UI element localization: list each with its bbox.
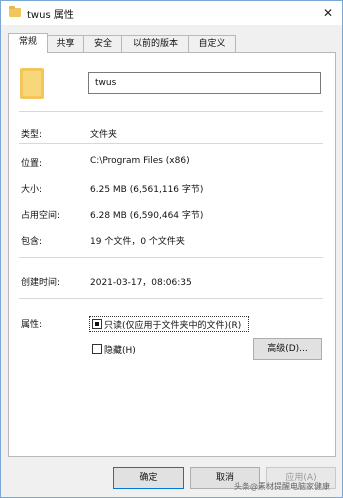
properties-window: twus 属性 ✕ 常规 共享 安全 以前的版本 自定义 twus 类型: 文件…	[0, 0, 343, 498]
close-button[interactable]: ✕	[314, 1, 342, 25]
folder-large-icon	[20, 68, 44, 99]
created-label: 创建时间:	[21, 278, 61, 288]
type-value: 文件夹	[90, 130, 118, 140]
size-label: 大小:	[21, 185, 43, 195]
divider	[19, 143, 323, 144]
size-on-disk-value: 6.28 MB (6,590,464 字节)	[90, 211, 204, 221]
ok-button[interactable]: 确定	[113, 467, 184, 489]
title-bar: twus 属性 ✕	[1, 1, 342, 25]
tab-security[interactable]: 安全	[83, 35, 123, 52]
divider	[19, 298, 323, 299]
attributes-label: 属性:	[21, 320, 43, 330]
location-label: 位置:	[21, 159, 43, 169]
general-panel	[8, 52, 336, 457]
divider	[19, 111, 323, 112]
location-value: C:\Program Files (x86)	[90, 156, 190, 166]
tab-sharing[interactable]: 共享	[46, 35, 85, 52]
watermark-text: 头条@素材提醒电脑家健康	[234, 482, 330, 491]
tab-customize[interactable]: 自定义	[188, 35, 236, 52]
divider	[19, 257, 323, 258]
window-title: twus 属性	[27, 10, 74, 21]
folder-name-field[interactable]: twus	[88, 72, 321, 94]
hidden-label[interactable]: 隐藏(H)	[104, 343, 136, 356]
contains-value: 19 个文件，0 个文件夹	[90, 237, 185, 247]
created-value: 2021-03-17，08:06:35	[90, 278, 192, 288]
readonly-checkbox[interactable]	[92, 319, 102, 329]
folder-icon	[9, 6, 21, 17]
size-value: 6.25 MB (6,561,116 字节)	[90, 185, 204, 195]
readonly-label[interactable]: 只读(仅应用于文件夹中的文件)(R)	[104, 318, 241, 331]
tab-general[interactable]: 常规	[8, 33, 48, 53]
hidden-checkbox[interactable]	[92, 344, 102, 354]
advanced-button[interactable]: 高级(D)...	[253, 338, 322, 360]
tab-previous-versions[interactable]: 以前的版本	[121, 35, 190, 52]
size-on-disk-label: 占用空间:	[21, 211, 61, 221]
type-label: 类型:	[21, 130, 43, 140]
contains-label: 包含:	[21, 237, 43, 247]
